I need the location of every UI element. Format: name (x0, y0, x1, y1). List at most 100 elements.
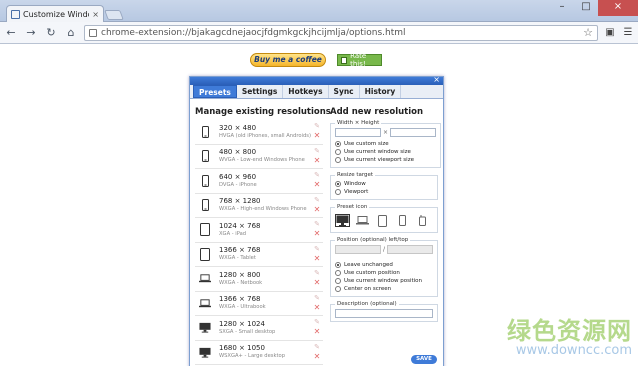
menu-icon[interactable]: ☰ (622, 27, 634, 39)
bookmark-star-icon[interactable]: ☆ (583, 26, 593, 39)
preset-size: 1680 × 1050 (219, 344, 265, 353)
preset-description: WVGA - Low-end Windows Phone (219, 157, 305, 164)
tab-strip: Customize Window Resiz × – □ × (0, 0, 638, 22)
address-bar[interactable]: chrome-extension://bjakagcdnejaocjfdgmkg… (84, 24, 598, 41)
dialog-close-icon[interactable]: × (433, 77, 440, 84)
tablet-icon[interactable] (375, 214, 390, 227)
preset-row[interactable]: 320 × 480 HVGA (old iPhones, small Androi… (195, 120, 323, 145)
delete-x-icon[interactable]: ✕ (314, 131, 321, 141)
save-button[interactable]: SAVE (411, 355, 437, 364)
delete-x-icon[interactable]: ✕ (314, 205, 321, 215)
edit-pencil-icon[interactable]: ✎ (314, 269, 320, 278)
edit-pencil-icon[interactable]: ✎ (314, 220, 320, 229)
preset-row[interactable]: 1680 × 1050 WSXGA+ - Large desktop ✎ ✕ (195, 341, 323, 365)
edit-pencil-icon[interactable]: ✎ (314, 171, 320, 180)
target-viewport-option[interactable]: Viewport (335, 188, 433, 196)
preset-row[interactable]: 768 × 1280 WXGA - High-end Windows Phone ✎… (195, 194, 323, 218)
watermark: 绿色资源网 www.downcc.com (507, 318, 632, 358)
preset-actions: ✎ ✕ (313, 269, 321, 288)
old-phone-icon[interactable] (415, 214, 430, 227)
desktop-icon (199, 344, 211, 360)
delete-x-icon[interactable]: ✕ (314, 352, 321, 362)
edit-pencil-icon[interactable]: ✎ (314, 343, 320, 352)
buy-coffee-button[interactable]: Buy me a coffee (250, 53, 326, 67)
rate-button[interactable]: Rate this! (337, 52, 382, 68)
presets-column: Manage existing resolutions 320 × 480 HVG… (195, 107, 331, 365)
desktop-icon[interactable] (335, 214, 350, 227)
size-option-custom[interactable]: Use custom size (335, 140, 436, 148)
home-icon[interactable]: ⌂ (64, 26, 78, 40)
width-input[interactable] (335, 128, 381, 137)
back-arrow-icon[interactable]: ← (4, 26, 18, 40)
size-fieldset: Width × Height × Use custom size Use cur… (330, 120, 442, 168)
delete-x-icon[interactable]: ✕ (314, 303, 321, 313)
size-option-label: Use current viewport size (344, 157, 414, 163)
size-option-label: Use custom size (344, 141, 389, 147)
position-legend-label: Position (337, 237, 359, 243)
left-input[interactable] (335, 245, 381, 254)
delete-x-icon[interactable]: ✕ (314, 327, 321, 337)
phone-icon[interactable] (395, 214, 410, 227)
preset-description: HVGA (old iPhones, small Androids) (219, 132, 312, 139)
reload-icon[interactable]: ↻ (44, 26, 58, 40)
minimize-button[interactable]: – (550, 0, 574, 16)
preset-actions: ✎ ✕ (313, 147, 321, 166)
phone-icon (199, 148, 211, 164)
preset-description: WXGA - Tablet (219, 255, 256, 262)
preset-row[interactable]: 1280 × 1024 SXGA - Small desktop ✎ ✕ (195, 316, 323, 341)
description-input[interactable] (335, 309, 433, 318)
height-input[interactable] (390, 128, 437, 137)
preset-row[interactable]: 1024 × 768 XGA - iPad ✎ ✕ (195, 218, 323, 243)
preset-row[interactable]: 640 × 960 DVGA - iPhone ✎ ✕ (195, 169, 323, 194)
delete-x-icon[interactable]: ✕ (314, 278, 321, 288)
new-tab-button[interactable] (104, 10, 124, 20)
description-hint: (optional) (370, 301, 397, 307)
edit-pencil-icon[interactable]: ✎ (314, 147, 320, 156)
tab-hotkeys[interactable]: Hotkeys (283, 85, 329, 98)
delete-x-icon[interactable]: ✕ (314, 229, 321, 239)
position-option-label: Center on screen (344, 286, 392, 292)
tab-settings[interactable]: Settings (237, 85, 284, 98)
laptop-icon[interactable] (355, 214, 370, 227)
preset-row[interactable]: 1280 × 800 WXGA - Netbook ✎ ✕ (195, 267, 323, 292)
resize-extension-icon[interactable]: ▣ (604, 27, 616, 39)
radio-icon (335, 286, 341, 292)
preset-size: 320 × 480 (219, 123, 257, 132)
preset-actions: ✎ ✕ (313, 220, 321, 239)
tab-close-icon[interactable]: × (92, 10, 99, 19)
forward-arrow-icon[interactable]: → (24, 26, 38, 40)
edit-pencil-icon[interactable]: ✎ (314, 196, 320, 205)
preset-row[interactable]: 1366 × 768 WXGA - Ultrabook ✎ ✕ (195, 292, 323, 316)
preset-row[interactable]: 1366 × 768 WXGA - Tablet ✎ ✕ (195, 243, 323, 267)
maximize-button[interactable]: □ (574, 0, 598, 16)
size-option-viewport[interactable]: Use current viewport size (335, 156, 436, 164)
position-current-option[interactable]: Use current window position (335, 277, 433, 285)
resize-legend: Resize target (337, 172, 374, 178)
size-option-window[interactable]: Use current window size (335, 148, 436, 156)
position-center-option[interactable]: Center on screen (335, 285, 433, 293)
tab-sync[interactable]: Sync (329, 85, 360, 98)
delete-x-icon[interactable]: ✕ (314, 156, 321, 166)
tab-history[interactable]: History (360, 85, 402, 98)
radio-icon (335, 278, 341, 284)
target-window-option[interactable]: Window (335, 180, 433, 188)
browser-tab[interactable]: Customize Window Resiz × (6, 5, 104, 22)
edit-pencil-icon[interactable]: ✎ (314, 245, 320, 254)
preset-row[interactable]: 480 × 800 WVGA - Low-end Windows Phone ✎ ✕ (195, 145, 323, 169)
preset-text: 1280 × 1024 SXGA - Small desktop (219, 320, 323, 336)
top-input[interactable] (387, 245, 434, 254)
delete-x-icon[interactable]: ✕ (314, 180, 321, 190)
position-leave-option[interactable]: Leave unchanged (335, 261, 433, 269)
preset-text: 1366 × 768 WXGA - Ultrabook (219, 295, 323, 311)
edit-pencil-icon[interactable]: ✎ (314, 294, 320, 303)
delete-x-icon[interactable]: ✕ (314, 254, 321, 264)
tab-presets[interactable]: Presets (193, 85, 237, 98)
preset-description: WXGA - High-end Windows Phone (219, 206, 307, 213)
edit-pencil-icon[interactable]: ✎ (314, 122, 320, 131)
options-tabs: Presets Settings Hotkeys Sync History (190, 85, 443, 99)
edit-pencil-icon[interactable]: ✎ (314, 318, 320, 327)
preset-description: SXGA - Small desktop (219, 328, 276, 335)
close-window-button[interactable]: × (598, 0, 638, 16)
position-custom-option[interactable]: Use custom position (335, 269, 433, 277)
watermark-url: www.downcc.com (515, 343, 632, 358)
